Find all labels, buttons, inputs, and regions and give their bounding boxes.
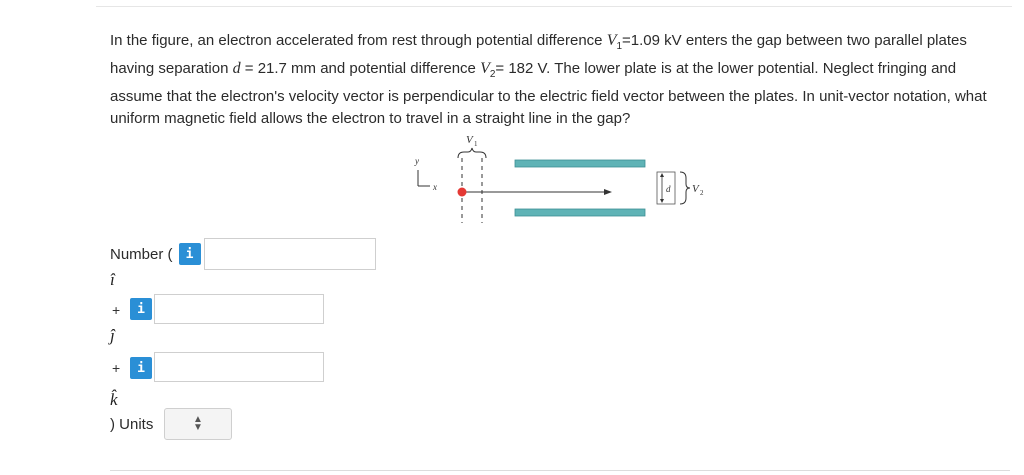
figure-diagram: y x V 1 d V 2 <box>414 134 704 223</box>
i-component-input[interactable] <box>203 238 376 270</box>
info-button-j[interactable]: i <box>130 298 152 320</box>
plus-sign: + <box>112 302 121 318</box>
info-button-i[interactable]: i <box>178 243 201 265</box>
v1-label: V <box>466 134 474 146</box>
select-arrows-icon: ▲ ▼ <box>193 414 203 433</box>
k-hat-symbol: k̂ <box>110 390 118 409</box>
electron-icon <box>457 187 467 197</box>
number-label: Number ( <box>110 245 173 263</box>
x-axis-label: x <box>432 182 437 192</box>
divider <box>110 470 1010 471</box>
y-axis-label: y <box>414 156 419 166</box>
j-component-input[interactable] <box>154 294 324 324</box>
upper-plate <box>514 159 646 168</box>
v2-sub: 2 <box>700 189 704 197</box>
number-row: Number ( i <box>110 238 376 270</box>
k-component-input[interactable] <box>154 352 324 382</box>
d-label: d <box>666 184 671 194</box>
info-button-k[interactable]: i <box>130 357 152 379</box>
arrowhead-icon <box>604 189 612 195</box>
v2-brace <box>679 171 691 205</box>
j-hat-symbol: ĵ <box>110 326 115 345</box>
plus-sign: + <box>112 360 121 376</box>
v1-brace <box>457 147 487 159</box>
v1-sub: 1 <box>474 140 478 148</box>
question-text: In the figure, an electron accelerated f… <box>110 32 987 127</box>
lower-plate <box>514 208 646 217</box>
axes-icon: y x <box>414 156 437 192</box>
units-select[interactable]: ▲ ▼ <box>164 408 232 440</box>
units-label: ) Units <box>110 416 154 433</box>
i-hat-symbol: î <box>110 270 115 289</box>
v2-label: V <box>692 183 700 195</box>
